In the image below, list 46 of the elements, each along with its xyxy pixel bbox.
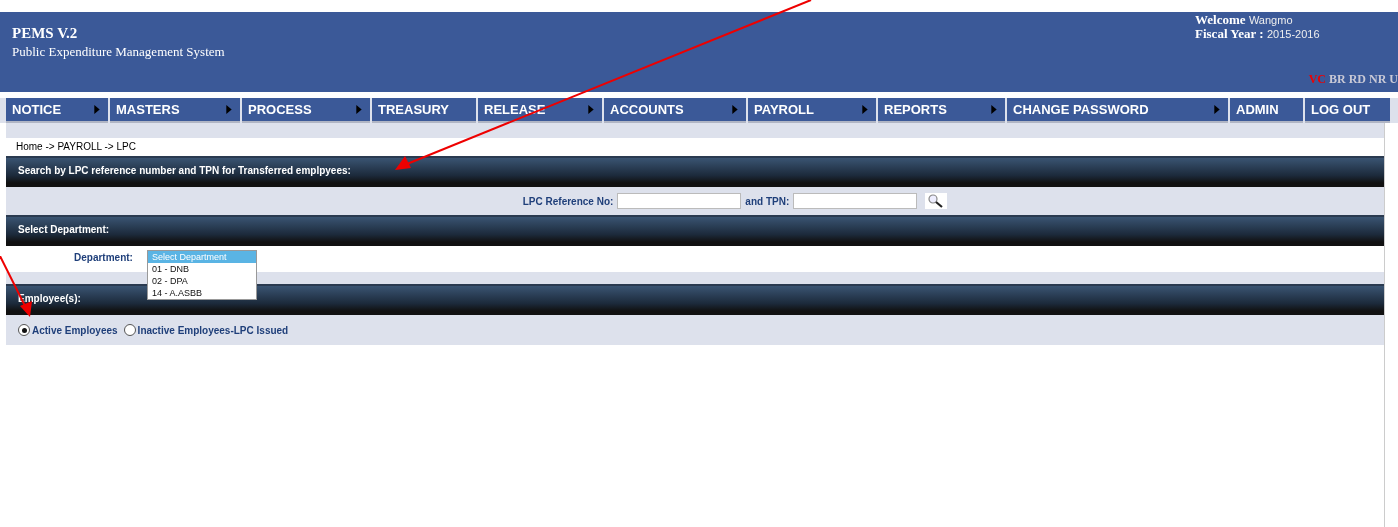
lpc-reference-field[interactable] [617,193,742,209]
menu-item[interactable]: PAYROLL [748,98,876,123]
menu-item[interactable]: TREASURY [372,98,476,123]
field-label: and TPN: [745,195,790,207]
department-listbox[interactable]: Select Department 01 - DNB 02 - DPA 14 - A.ASBB [147,250,257,300]
app-subtitle: Public Expenditure Management System [12,44,225,60]
section-title: Select Department: [18,224,110,235]
mode-link[interactable]: BR [1328,72,1346,87]
menu-item[interactable]: ADMIN [1230,98,1303,123]
menu-item[interactable]: ACCOUNTS [604,98,746,123]
mode-link[interactable]: RD [1348,72,1366,87]
tpn-field[interactable] [793,193,918,209]
welcome-label: Welcome [1195,12,1246,27]
mode-link[interactable]: NR [1369,72,1387,87]
menu-item[interactable]: REPORTS [878,98,1005,123]
submenu-arrow-icon [732,105,738,114]
fiscal-year-label: Fiscal Year : [1195,26,1264,41]
radio-button[interactable] [123,324,136,336]
submenu-arrow-icon [588,105,594,114]
submenu-arrow-icon [356,105,362,114]
list-option[interactable]: 01 - DNB [148,263,256,275]
radio-label[interactable]: Inactive Employees-LPC Issued [137,324,289,336]
menu-item[interactable]: RELEASE [478,98,602,123]
submenu-arrow-icon [1214,105,1220,114]
submenu-arrow-icon [991,105,997,114]
menu-item[interactable]: NOTICE [6,98,108,123]
menu-item[interactable]: LOG OUT [1305,98,1390,123]
search-icon[interactable] [925,193,948,209]
fiscal-year: 2015-2016 [1266,28,1320,40]
submenu-arrow-icon [862,105,868,114]
submenu-arrow-icon [94,105,100,114]
section-title: Search by LPC reference number and TPN for Transferred emplpyees: [18,165,351,176]
list-option[interactable]: 14 - A.ASBB [148,287,256,299]
radio-button[interactable] [18,324,30,336]
menu-item[interactable]: PROCESS [242,98,370,123]
app-title: PEMS V.2 [12,25,79,42]
list-option[interactable]: 02 - DPA [148,275,256,287]
breadcrumb: Home -> PAYROLL -> LPC [6,138,1384,156]
radio-label[interactable]: Active Employees [32,324,118,336]
field-label: Department: [74,252,133,263]
menu-item[interactable]: MASTERS [110,98,240,123]
submenu-arrow-icon [226,105,232,114]
user-name: Wangmo [1248,14,1293,26]
menu-item[interactable]: CHANGE PASSWORD [1007,98,1228,123]
mode-link[interactable]: U [1389,72,1398,87]
field-label: LPC Reference No: [522,195,614,207]
